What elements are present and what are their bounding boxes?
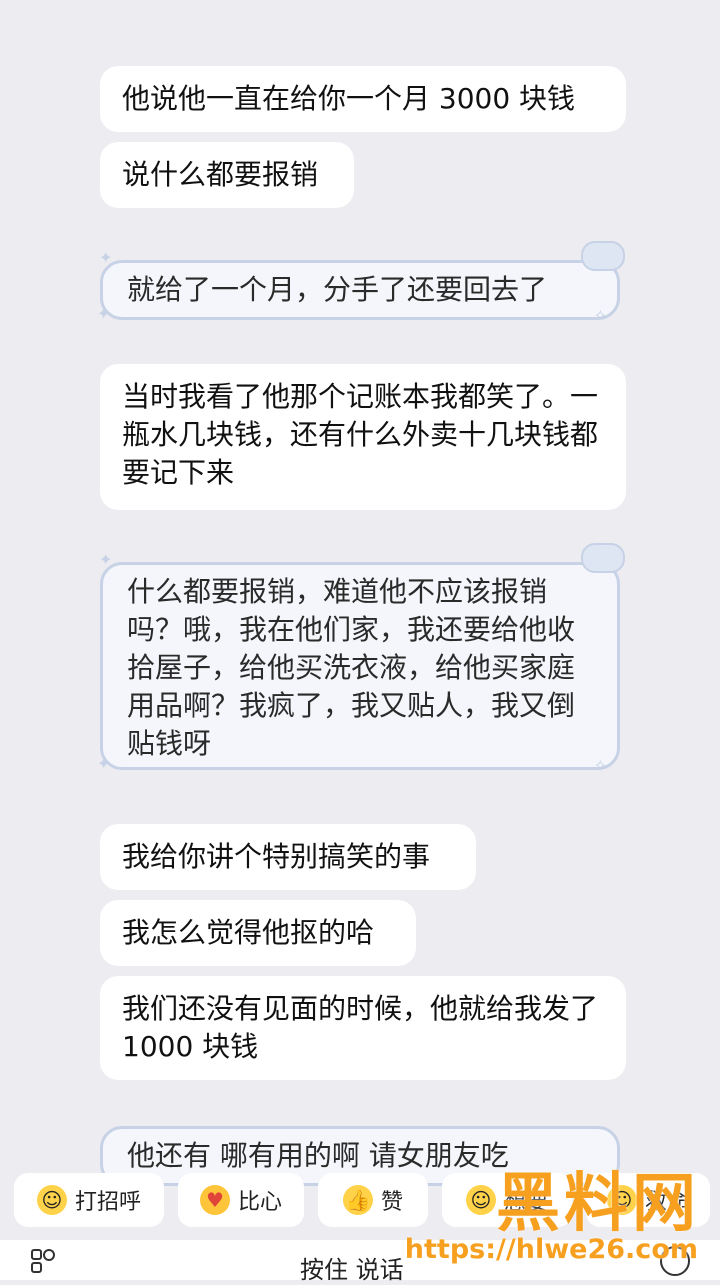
watermark-logo: 黑料网 (496, 1167, 700, 1241)
sparkle-icon: ✦ (97, 754, 111, 773)
smile-face-icon: ☺ (36, 1185, 67, 1215)
message-text: 当时我看了他那个记账本我都笑了。一瓶水几块钱，还有什么外卖十几块钱都要记下来 (122, 380, 599, 489)
sparkle-icon: ✦ (99, 550, 113, 569)
quick-reply-chip[interactable]: ☺ 打招呼 (14, 1173, 164, 1227)
message-text: 就给了一个月，分手了还要回去了 (127, 273, 548, 306)
message-text: 什么都要报销，难道他不应该报销吗？哦，我在他们家，我还要给他收拾屋子，给他买洗衣… (127, 575, 576, 760)
message-text: 我给你讲个特别搞笑的事 (122, 840, 431, 873)
message-bubble: 当时我看了他那个记账本我都笑了。一瓶水几块钱，还有什么外卖十几块钱都要记下来 (100, 364, 626, 510)
sparkle-icon: ✧ (593, 306, 607, 325)
chip-label: 比心 (237, 1190, 282, 1215)
sparkle-icon: ✧ (593, 756, 607, 775)
message-text: 我怎么觉得他抠的哈 (122, 916, 375, 949)
heart-hands-icon: ♥ (199, 1185, 230, 1215)
sparkle-icon: ✦ (99, 248, 113, 267)
decorated-message-bubble: 什么都要报销，难道他不应该报销吗？哦，我在他们家，我还要给他收拾屋子，给他买洗衣… (97, 543, 625, 775)
message-bubble: 我们还没有见面的时候，他就给我发了 1000 块钱 (100, 976, 626, 1080)
message-text: 他说他一直在给你一个月 3000 块钱 (122, 82, 576, 115)
cloud-decoration-icon (581, 543, 625, 573)
chip-label: 打招呼 (74, 1190, 141, 1215)
apps-icon[interactable] (30, 1248, 56, 1274)
watermark-url: https://hlwe26.com (404, 1234, 698, 1265)
message-bubble: 我怎么觉得他抠的哈 (100, 900, 416, 966)
decorated-message-bubble: 就给了一个月，分手了还要回去了 ✦ ✦ ✧ (97, 241, 625, 325)
message-text: 我们还没有见面的时候，他就给我发了 1000 块钱 (122, 992, 599, 1063)
message-bubble: 说什么都要报销 (100, 142, 354, 208)
cloud-decoration-icon (581, 241, 625, 271)
message-bubble: 我给你讲个特别搞笑的事 (100, 824, 476, 890)
thumbs-up-icon: 👍 (342, 1185, 373, 1215)
message-bubble: 他说他一直在给你一个月 3000 块钱 (100, 66, 626, 132)
quick-reply-chip[interactable]: ♥ 比心 (178, 1173, 304, 1227)
sparkle-icon: ✦ (97, 304, 111, 323)
message-text: 说什么都要报销 (122, 158, 319, 191)
watermark: 黑料网 https://hlwe26.com (378, 1152, 708, 1274)
